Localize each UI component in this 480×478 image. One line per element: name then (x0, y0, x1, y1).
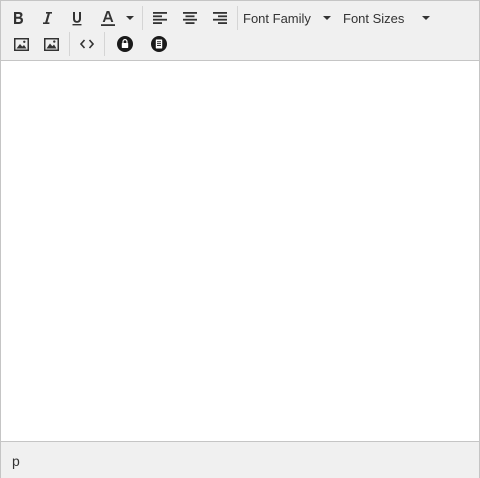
align-right-button[interactable] (210, 6, 230, 30)
font-sizes-label: Font Sizes (343, 10, 405, 26)
editor-statusbar: p (1, 441, 479, 478)
insert-image-button[interactable] (41, 32, 61, 56)
image-icon (13, 37, 29, 51)
element-path[interactable]: p (12, 453, 20, 469)
align-left-icon (153, 12, 167, 24)
align-right-icon (213, 12, 227, 24)
chevron-down-icon (322, 16, 331, 20)
underline-button[interactable] (67, 6, 87, 30)
code-icon (80, 39, 94, 49)
align-center-button[interactable] (180, 6, 200, 30)
toolbar-divider (237, 6, 238, 30)
text-color-icon (101, 11, 115, 26)
insert-image-icon (43, 37, 59, 51)
lock-icon (117, 36, 133, 52)
toolbar-divider (69, 32, 70, 56)
document-button[interactable] (149, 32, 169, 56)
text-color-dropdown-button[interactable] (122, 6, 138, 30)
italic-button[interactable] (37, 6, 57, 30)
chevron-down-icon (126, 16, 134, 20)
editor-toolbar: Font Family Font Sizes (1, 1, 479, 61)
toolbar-divider (104, 32, 105, 56)
align-center-icon (183, 12, 197, 24)
toolbar-divider (142, 6, 143, 30)
font-family-dropdown[interactable]: Font Family (243, 6, 333, 30)
italic-icon (43, 12, 52, 24)
font-family-label: Font Family (243, 10, 311, 26)
lock-button[interactable] (115, 32, 135, 56)
rich-text-editor: Font Family Font Sizes p (0, 0, 480, 478)
text-color-swatch (101, 24, 115, 26)
align-left-button[interactable] (150, 6, 170, 30)
underline-icon (72, 11, 82, 25)
text-color-button[interactable] (97, 6, 119, 30)
image-button[interactable] (11, 32, 31, 56)
bold-button[interactable] (8, 6, 28, 30)
document-icon (151, 36, 167, 52)
editor-content-area[interactable] (1, 61, 479, 441)
bold-icon (14, 12, 23, 24)
chevron-down-icon (422, 16, 431, 20)
source-code-button[interactable] (77, 32, 97, 56)
font-sizes-dropdown[interactable]: Font Sizes (343, 6, 433, 30)
